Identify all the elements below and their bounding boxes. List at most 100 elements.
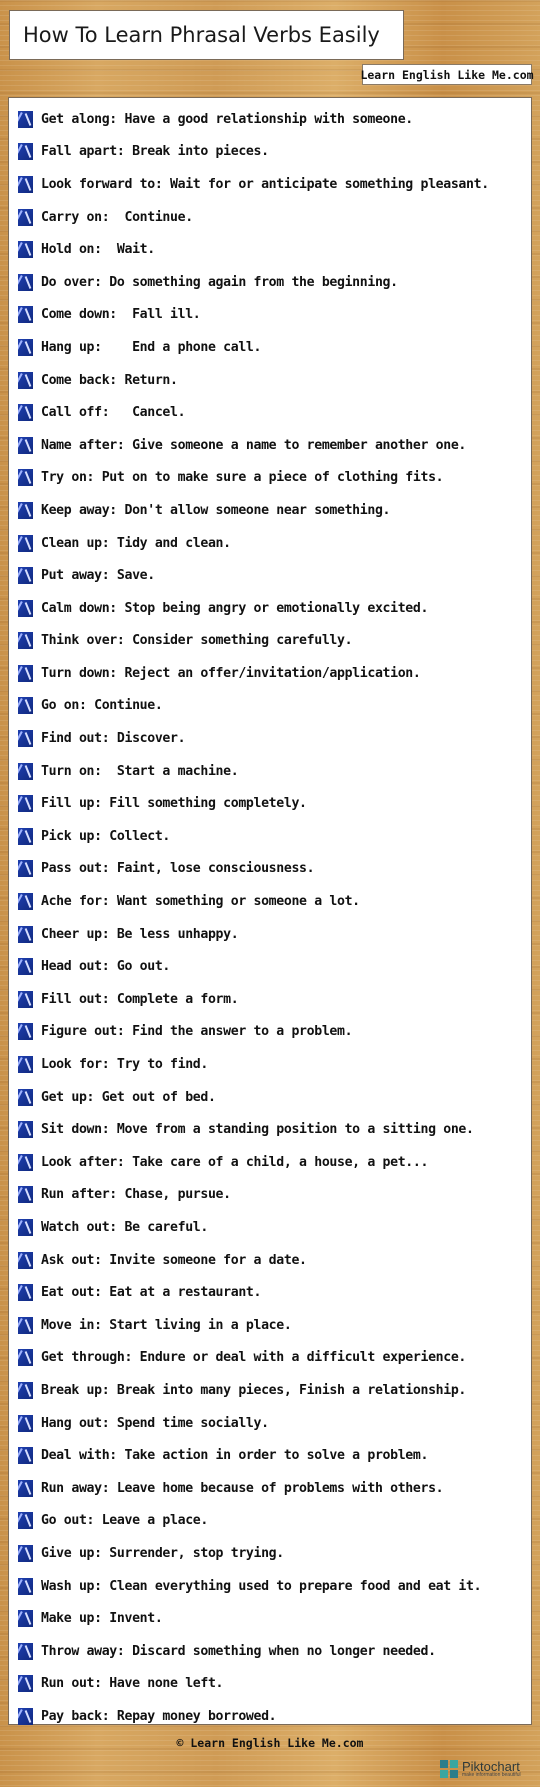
list-item: Run out: Have none left. [9,1668,531,1701]
list-item-text: Look forward to: Wait for or anticipate … [41,176,489,192]
list-item: Look after: Take care of a child, a hous… [9,1146,531,1179]
list-item: Look forward to: Wait for or anticipate … [9,168,531,201]
list-item: Keep away: Don't allow someone near some… [9,494,531,527]
book-icon [18,534,33,552]
book-icon [18,990,33,1008]
book-icon [18,1121,33,1139]
list-item: Make up: Invent. [9,1602,531,1635]
book-icon [18,306,33,324]
book-icon [18,697,33,715]
book-icon [18,1675,33,1693]
piktochart-tagline: make information beautiful [462,1772,521,1778]
list-item-text: Calm down: Stop being angry or emotional… [41,600,429,616]
list-item-text: Call off: Cancel. [41,405,186,421]
list-item: Run away: Leave home because of problems… [9,1472,531,1505]
book-icon [18,1186,33,1204]
list-item: Pick up: Collect. [9,820,531,853]
list-item: Fill up: Fill something completely. [9,787,531,820]
list-item: Sit down: Move from a standing position … [9,1113,531,1146]
book-icon [18,860,33,878]
book-icon [18,1153,33,1171]
list-item: Hold on: Wait. [9,233,531,266]
book-icon [18,1447,33,1465]
book-icon [18,501,33,519]
list-item: Turn down: Reject an offer/invitation/ap… [9,657,531,690]
list-item-text: Throw away: Discard something when no lo… [41,1643,436,1659]
book-icon [18,404,33,422]
book-icon [18,1642,33,1660]
list-item-text: Carry on: Continue. [41,209,193,225]
footer-copyright: © Learn English Like Me.com [176,1736,364,1750]
list-item: Hang out: Spend time socially. [9,1407,531,1440]
book-icon [18,208,33,226]
book-icon [18,958,33,976]
infographic-page: How To Learn Phrasal Verbs Easily Learn … [0,0,540,1787]
book-icon [18,632,33,650]
list-item-text: Pick up: Collect. [41,828,171,844]
list-item-text: Pass out: Faint, lose consciousness. [41,861,315,877]
list-item: Fill out: Complete a form. [9,983,531,1016]
list-item: Call off: Cancel. [9,396,531,429]
list-item: Wash up: Clean everything used to prepar… [9,1570,531,1603]
piktochart-wordmark: Piktochart make information beautiful [462,1760,521,1778]
list-item: Deal with: Take action in order to solve… [9,1439,531,1472]
list-item: Cheer up: Be less unhappy. [9,918,531,951]
list-item-text: Look after: Take care of a child, a hous… [41,1154,429,1170]
book-icon [18,1251,33,1269]
list-item: Give up: Surrender, stop trying. [9,1537,531,1570]
list-item: Think over: Consider something carefully… [9,625,531,658]
book-icon [18,1381,33,1399]
list-item: Find out: Discover. [9,722,531,755]
list-item-text: Move in: Start living in a place. [41,1317,292,1333]
list-item: Do over: Do something again from the beg… [9,266,531,299]
book-icon [18,1023,33,1041]
book-icon [18,730,33,748]
book-icon [18,1316,33,1334]
title-box: How To Learn Phrasal Verbs Easily [9,10,404,60]
book-icon [18,1707,33,1725]
list-item-text: Hold on: Wait. [41,242,155,258]
list-item: Figure out: Find the answer to a problem… [9,1016,531,1049]
footer: © Learn English Like Me.com [0,1733,540,1753]
list-item: Look for: Try to find. [9,1048,531,1081]
list-item: Run after: Chase, pursue. [9,1179,531,1212]
list-item: Watch out: Be careful. [9,1211,531,1244]
list-item-text: Look for: Try to find. [41,1057,208,1073]
book-icon [18,273,33,291]
book-icon [18,469,33,487]
list-item-text: Fill up: Fill something completely. [41,796,307,812]
list-item: Move in: Start living in a place. [9,1309,531,1342]
list-item-text: Turn on: Start a machine. [41,763,239,779]
list-item: Calm down: Stop being angry or emotional… [9,592,531,625]
book-icon [18,599,33,617]
list-item: Clean up: Tidy and clean. [9,527,531,560]
phrasal-verb-list-panel: Get along: Have a good relationship with… [8,97,532,1725]
list-item-text: Try on: Put on to make sure a piece of c… [41,470,444,486]
list-item-text: Find out: Discover. [41,731,186,747]
list-item-text: Ask out: Invite someone for a date. [41,1252,307,1268]
list-item: Ache for: Want something or someone a lo… [9,885,531,918]
list-item: Come down: Fall ill. [9,299,531,332]
book-icon [18,338,33,356]
phrasal-verb-list: Get along: Have a good relationship with… [9,98,531,1733]
list-item-text: Run away: Leave home because of problems… [41,1480,444,1496]
list-item-text: Keep away: Don't allow someone near some… [41,502,391,518]
list-item-text: Do over: Do something again from the beg… [41,274,398,290]
brand-tab: Learn English Like Me.com [360,64,534,85]
list-item: Go on: Continue. [9,690,531,723]
piktochart-badge: Piktochart make information beautiful [440,1757,532,1781]
list-item: Fall apart: Break into pieces. [9,136,531,169]
book-icon [18,110,33,128]
book-icon [18,795,33,813]
list-item-text: Name after: Give someone a name to remem… [41,437,467,453]
list-item: Break up: Break into many pieces, Finish… [9,1374,531,1407]
book-icon [18,1284,33,1302]
list-item-text: Eat out: Eat at a restaurant. [41,1285,262,1301]
book-icon [18,1218,33,1236]
list-item-text: Deal with: Take action in order to solve… [41,1448,429,1464]
book-icon [18,1056,33,1074]
list-item-text: Ache for: Want something or someone a lo… [41,894,360,910]
list-item-text: Fall apart: Break into pieces. [41,144,269,160]
list-item: Come back: Return. [9,364,531,397]
list-item: Pass out: Faint, lose consciousness. [9,853,531,886]
